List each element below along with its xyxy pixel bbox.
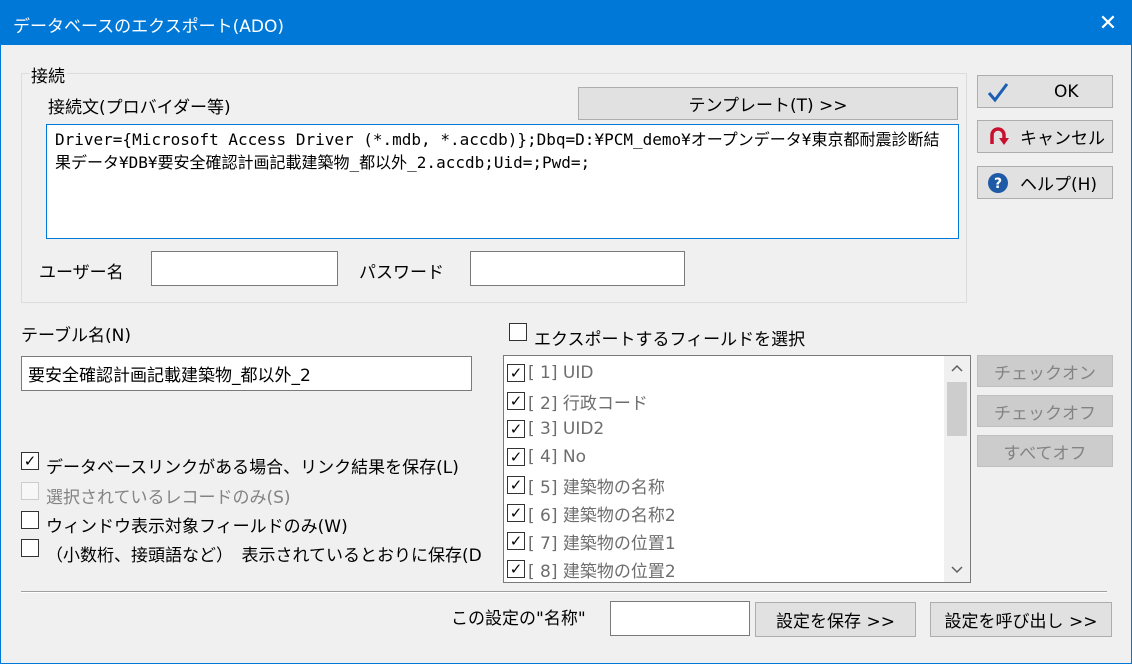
setting-name-input[interactable]: [610, 601, 750, 636]
table-name-input[interactable]: 要安全確認計画記載建築物_都以外_2: [21, 356, 472, 391]
check-on-button[interactable]: チェックオン: [977, 355, 1113, 387]
close-button[interactable]: ✕: [1085, 1, 1131, 45]
load-setting-label: 設定を呼び出し >>: [944, 612, 1098, 632]
help-icon: ?: [986, 172, 1010, 194]
check-off-button[interactable]: チェックオフ: [977, 395, 1113, 427]
scroll-thumb[interactable]: [947, 382, 967, 436]
field-list-scrollbar[interactable]: [944, 356, 970, 582]
help-button-label: ヘルプ(H): [1020, 175, 1098, 195]
template-button-label: テンプレート(T) >>: [688, 96, 848, 116]
window-title: データベースのエクスポート(ADO): [13, 17, 285, 37]
check-on-label: チェックオン: [994, 363, 1096, 384]
field-label: [ 7] 建築物の位置1: [528, 533, 676, 554]
username-label: ユーザー名: [39, 263, 124, 283]
window-fields-label: ウィンドウ表示対象フィールドのみ(W): [46, 517, 348, 537]
template-button[interactable]: テンプレート(T) >>: [578, 87, 958, 120]
all-off-button[interactable]: すべてオフ: [977, 435, 1113, 467]
list-item[interactable]: ✓ [ 4] No: [507, 443, 586, 471]
scroll-down-icon[interactable]: [944, 558, 970, 582]
scroll-up-icon[interactable]: [944, 356, 970, 380]
check-off-label: チェックオフ: [994, 403, 1096, 424]
field-checkbox[interactable]: ✓: [507, 420, 525, 438]
ok-button[interactable]: OK: [977, 75, 1113, 108]
field-checkbox[interactable]: ✓: [507, 560, 525, 578]
save-setting-label: 設定を保存 >>: [776, 612, 895, 632]
help-button[interactable]: ? ヘルプ(H): [977, 166, 1113, 199]
as-displayed-clip: （小数桁、接頭語など） 表示されているとおりに保存(D: [46, 541, 502, 565]
field-label: [ 8] 建築物の位置2: [528, 561, 676, 582]
field-label: [ 1] UID: [528, 363, 594, 383]
field-checkbox[interactable]: ✓: [507, 476, 525, 494]
list-item[interactable]: ✓ [ 2] 行政コード: [507, 387, 648, 415]
field-label: [ 3] UID2: [528, 419, 605, 439]
svg-text:?: ?: [994, 176, 1002, 192]
select-fields-label: エクスポートするフィールドを選択: [534, 330, 806, 350]
close-icon: ✕: [1098, 10, 1118, 36]
checkmark-icon: [986, 81, 1010, 103]
as-displayed-checkbox[interactable]: [21, 539, 39, 557]
ok-button-label: OK: [1054, 81, 1079, 102]
username-input[interactable]: [151, 251, 338, 286]
password-label: パスワード: [359, 263, 444, 283]
selected-only-label: 選択されているレコードのみ(S): [46, 488, 291, 508]
footer-divider: [21, 591, 1107, 593]
list-item[interactable]: ✓ [ 6] 建築物の名称2: [507, 499, 676, 527]
export-dialog: データベースのエクスポート(ADO) ✕ 接続 接続文(プロバイダー等) テンプ…: [0, 0, 1132, 664]
as-displayed-label: （小数桁、接頭語など） 表示されているとおりに保存(D: [46, 546, 482, 565]
list-item[interactable]: ✓ [ 3] UID2: [507, 415, 604, 443]
all-off-label: すべてオフ: [1003, 443, 1087, 464]
undo-arrow-icon: [986, 126, 1010, 148]
field-label: [ 5] 建築物の名称: [528, 477, 665, 498]
field-listbox[interactable]: ✓ [ 1] UID ✓ [ 2] 行政コード ✓ [ 3] UID2 ✓ [ …: [503, 355, 971, 583]
field-checkbox[interactable]: ✓: [507, 392, 525, 410]
selected-only-checkbox[interactable]: [21, 482, 39, 500]
list-item[interactable]: ✓ [ 7] 建築物の位置1: [507, 527, 676, 555]
save-link-checkbox[interactable]: ✓: [21, 452, 39, 470]
field-checkbox[interactable]: ✓: [507, 532, 525, 550]
field-label: [ 6] 建築物の名称2: [528, 505, 676, 526]
cancel-button[interactable]: キャンセル: [977, 120, 1113, 153]
field-label: [ 4] No: [528, 447, 587, 467]
save-setting-button[interactable]: 設定を保存 >>: [755, 602, 916, 637]
field-checkbox[interactable]: ✓: [507, 364, 525, 382]
cancel-button-label: キャンセル: [1020, 129, 1105, 149]
connection-string-textarea[interactable]: Driver={Microsoft Access Driver (*.mdb, …: [46, 124, 959, 239]
title-bar: データベースのエクスポート(ADO) ✕: [1, 1, 1131, 45]
setting-name-label: この設定の"名称": [451, 609, 586, 629]
window-fields-checkbox[interactable]: [21, 511, 39, 529]
password-input[interactable]: [470, 251, 685, 286]
field-checkbox[interactable]: ✓: [507, 448, 525, 466]
list-item[interactable]: ✓ [ 5] 建築物の名称: [507, 471, 665, 499]
list-item[interactable]: ✓ [ 1] UID: [507, 359, 593, 387]
field-checkbox[interactable]: ✓: [507, 504, 525, 522]
save-link-label: データベースリンクがある場合、リンク結果を保存(L): [46, 458, 459, 478]
connection-string-label: 接続文(プロバイダー等): [48, 98, 231, 118]
load-setting-button[interactable]: 設定を呼び出し >>: [930, 602, 1112, 637]
table-name-label: テーブル名(N): [21, 326, 131, 346]
list-item[interactable]: ✓ [ 8] 建築物の位置2: [507, 555, 676, 582]
select-fields-checkbox[interactable]: [509, 323, 527, 341]
field-label: [ 2] 行政コード: [528, 393, 648, 414]
connection-group-label: 接続: [29, 62, 67, 87]
